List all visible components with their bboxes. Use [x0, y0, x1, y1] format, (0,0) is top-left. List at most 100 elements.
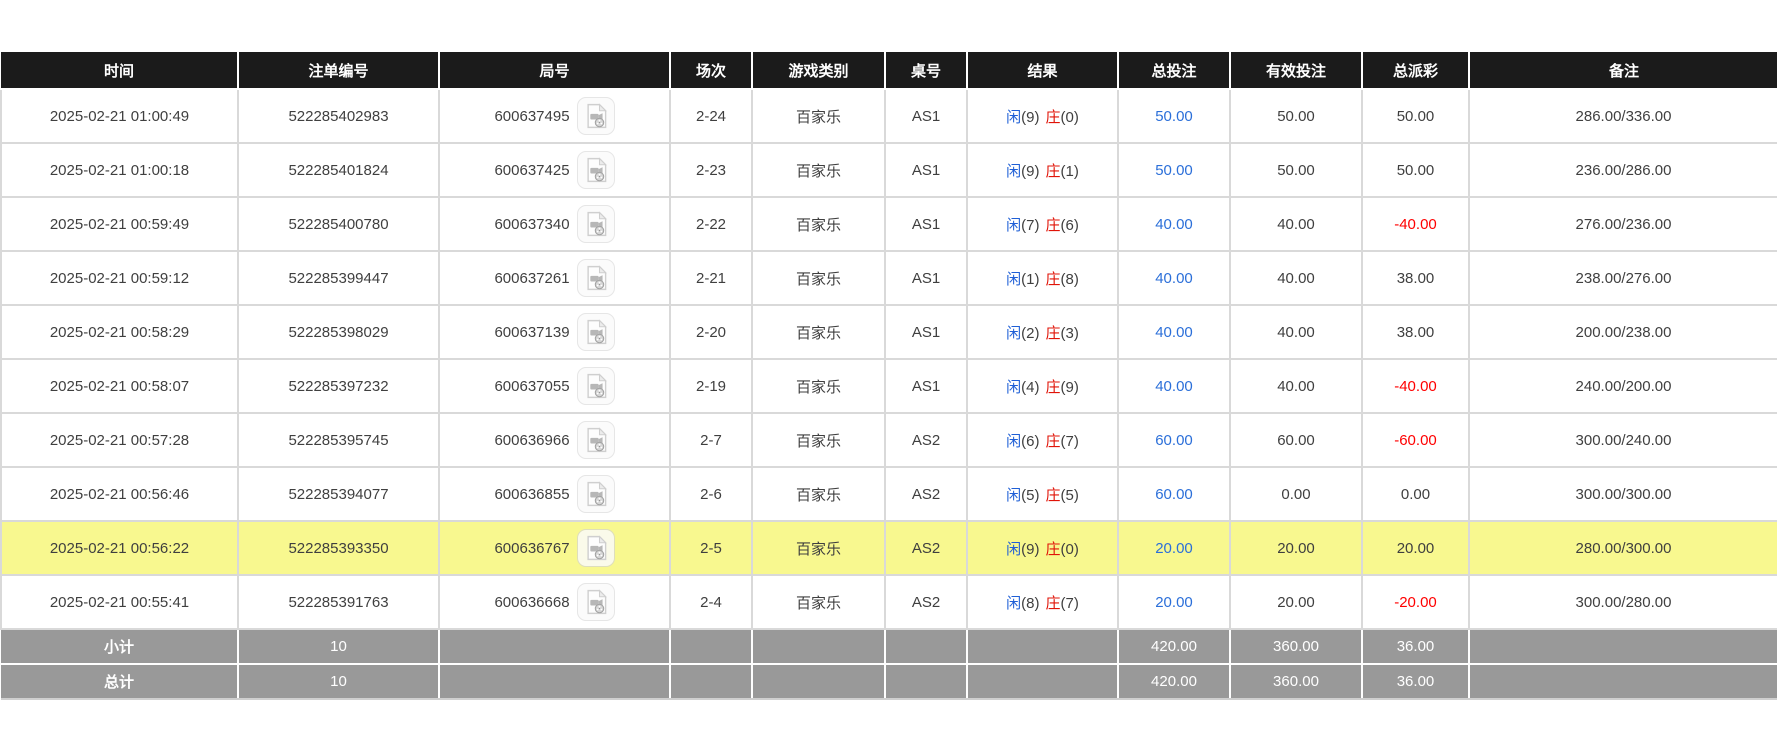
result-player-label: 闲: [1006, 433, 1021, 450]
table-body: 2025-02-21 01:00:49 522285402983 6006374…: [1, 89, 1777, 629]
cell-game-type: 百家乐: [752, 251, 885, 305]
result-banker-label: 庄: [1046, 487, 1061, 504]
cell-session: 2-21: [670, 251, 752, 305]
table-row[interactable]: 2025-02-21 00:56:22 522285393350 6006367…: [1, 521, 1777, 575]
result-banker-label: 庄: [1046, 433, 1061, 450]
cell-remark: 300.00/240.00: [1469, 413, 1777, 467]
video-file-icon: [582, 426, 610, 454]
bet-records-page: 时间 注单编号 局号 场次 游戏类别 桌号 结果 总投注 有效投注 总派彩 备注…: [0, 0, 1777, 700]
subtotal-row: 小计 10 420.00 360.00 36.00: [1, 629, 1777, 664]
result-player-score: (4): [1021, 379, 1039, 396]
video-replay-button[interactable]: [577, 367, 615, 405]
result-banker-score: (0): [1061, 109, 1079, 126]
cell-result: 闲(5)庄(5): [967, 467, 1118, 521]
cell-bet-id: 522285395745: [238, 413, 439, 467]
col-header-table-no: 桌号: [885, 51, 967, 89]
video-file-icon: [582, 102, 610, 130]
video-replay-button[interactable]: [577, 151, 615, 189]
result-banker-label: 庄: [1046, 109, 1061, 126]
video-file-icon: [582, 156, 610, 184]
video-replay-button[interactable]: [577, 259, 615, 297]
cell-game-type: 百家乐: [752, 305, 885, 359]
cell-table-no: AS2: [885, 521, 967, 575]
cell-round-id: 600637495: [439, 89, 670, 143]
cell-result: 闲(8)庄(7): [967, 575, 1118, 629]
cell-empty: [670, 664, 752, 699]
video-replay-button[interactable]: [577, 475, 615, 513]
cell-time: 2025-02-21 01:00:18: [1, 143, 238, 197]
cell-round-id: 600636966: [439, 413, 670, 467]
cell-bet-id: 522285402983: [238, 89, 439, 143]
result-banker-label: 庄: [1046, 595, 1061, 612]
grand-total-payout: 36.00: [1362, 664, 1469, 699]
col-header-total-bet: 总投注: [1118, 51, 1230, 89]
cell-total-bet: 50.00: [1118, 89, 1230, 143]
round-id-text: 600637340: [494, 216, 569, 233]
video-replay-button[interactable]: [577, 529, 615, 567]
cell-bet-id: 522285391763: [238, 575, 439, 629]
table-row[interactable]: 2025-02-21 00:59:12 522285399447 6006372…: [1, 251, 1777, 305]
col-header-session: 场次: [670, 51, 752, 89]
cell-payout: 0.00: [1362, 467, 1469, 521]
cell-valid-bet: 0.00: [1230, 467, 1362, 521]
grand-total-label: 总计: [1, 664, 238, 699]
cell-remark: 236.00/286.00: [1469, 143, 1777, 197]
round-id-text: 600636966: [494, 432, 569, 449]
cell-valid-bet: 40.00: [1230, 251, 1362, 305]
cell-total-bet: 20.00: [1118, 521, 1230, 575]
result-banker-score: (1): [1061, 163, 1079, 180]
round-id-text: 600637495: [494, 108, 569, 125]
table-row[interactable]: 2025-02-21 00:57:28 522285395745 6006369…: [1, 413, 1777, 467]
result-player-label: 闲: [1006, 109, 1021, 126]
video-replay-button[interactable]: [577, 313, 615, 351]
video-replay-button[interactable]: [577, 421, 615, 459]
cell-empty: [752, 629, 885, 664]
cell-table-no: AS2: [885, 467, 967, 521]
cell-remark: 238.00/276.00: [1469, 251, 1777, 305]
cell-result: 闲(4)庄(9): [967, 359, 1118, 413]
grand-total-total-bet: 420.00: [1118, 664, 1230, 699]
cell-remark: 286.00/336.00: [1469, 89, 1777, 143]
subtotal-label: 小计: [1, 629, 238, 664]
cell-total-bet: 60.00: [1118, 413, 1230, 467]
cell-result: 闲(9)庄(0): [967, 89, 1118, 143]
result-banker-score: (0): [1061, 541, 1079, 558]
cell-time: 2025-02-21 00:59:49: [1, 197, 238, 251]
table-row[interactable]: 2025-02-21 01:00:18 522285401824 6006374…: [1, 143, 1777, 197]
cell-empty: [885, 664, 967, 699]
result-player-label: 闲: [1006, 541, 1021, 558]
cell-payout: 20.00: [1362, 521, 1469, 575]
cell-game-type: 百家乐: [752, 89, 885, 143]
result-player-label: 闲: [1006, 379, 1021, 396]
result-player-score: (9): [1021, 541, 1039, 558]
round-id-text: 600637425: [494, 162, 569, 179]
cell-bet-id: 522285399447: [238, 251, 439, 305]
table-row[interactable]: 2025-02-21 00:56:46 522285394077 6006368…: [1, 467, 1777, 521]
subtotal-count: 10: [238, 629, 439, 664]
col-header-time: 时间: [1, 51, 238, 89]
result-banker-score: (6): [1061, 217, 1079, 234]
table-row[interactable]: 2025-02-21 00:59:49 522285400780 6006373…: [1, 197, 1777, 251]
table-row[interactable]: 2025-02-21 01:00:49 522285402983 6006374…: [1, 89, 1777, 143]
cell-session: 2-20: [670, 305, 752, 359]
video-replay-button[interactable]: [577, 97, 615, 135]
cell-remark: 240.00/200.00: [1469, 359, 1777, 413]
col-header-payout: 总派彩: [1362, 51, 1469, 89]
cell-session: 2-24: [670, 89, 752, 143]
grand-total-row: 总计 10 420.00 360.00 36.00: [1, 664, 1777, 699]
result-banker-score: (3): [1061, 325, 1079, 342]
video-replay-button[interactable]: [577, 583, 615, 621]
table-row[interactable]: 2025-02-21 00:55:41 522285391763 6006366…: [1, 575, 1777, 629]
cell-table-no: AS1: [885, 251, 967, 305]
video-file-icon: [582, 372, 610, 400]
cell-total-bet: 50.00: [1118, 143, 1230, 197]
video-replay-button[interactable]: [577, 205, 615, 243]
cell-table-no: AS1: [885, 197, 967, 251]
round-id-text: 600636855: [494, 486, 569, 503]
round-id-text: 600637139: [494, 324, 569, 341]
result-banker-label: 庄: [1046, 163, 1061, 180]
video-file-icon: [582, 210, 610, 238]
result-player-score: (7): [1021, 217, 1039, 234]
table-row[interactable]: 2025-02-21 00:58:29 522285398029 6006371…: [1, 305, 1777, 359]
table-row[interactable]: 2025-02-21 00:58:07 522285397232 6006370…: [1, 359, 1777, 413]
